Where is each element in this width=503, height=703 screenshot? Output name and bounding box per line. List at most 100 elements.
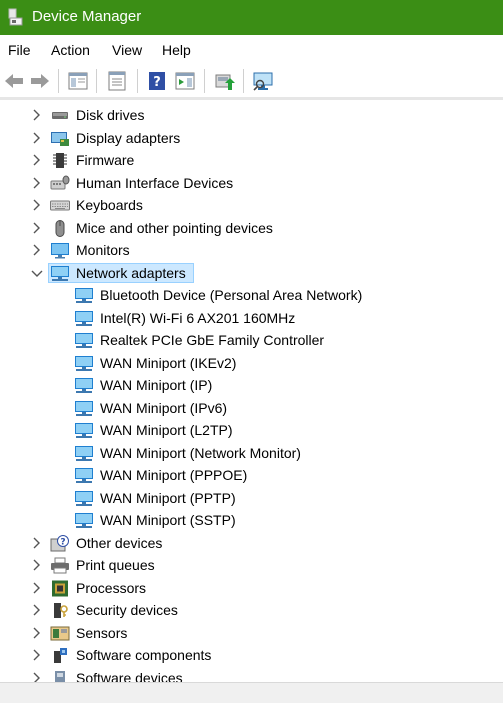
tree-item-print-queues[interactable]: Print queues bbox=[0, 554, 503, 577]
chevron-right-icon[interactable] bbox=[30, 580, 44, 596]
chevron-right-icon[interactable] bbox=[30, 107, 44, 123]
toolbar-separator bbox=[96, 69, 97, 93]
tree-item-device[interactable]: Bluetooth Device (Personal Area Network) bbox=[0, 284, 503, 307]
svg-text:?: ? bbox=[153, 75, 161, 90]
tree-item-display-adapters[interactable]: Display adapters bbox=[0, 127, 503, 150]
menu-help[interactable]: Help bbox=[162, 42, 191, 58]
show-hide-console-tree-icon[interactable] bbox=[67, 70, 89, 92]
action-pane-icon[interactable] bbox=[174, 70, 196, 92]
chevron-right-icon[interactable] bbox=[30, 535, 44, 551]
tree-item-monitors[interactable]: Monitors bbox=[0, 239, 503, 262]
tree-item-label: Disk drives bbox=[76, 107, 145, 123]
chevron-right-icon[interactable] bbox=[30, 625, 44, 641]
firmware-icon bbox=[53, 153, 67, 168]
svg-text:?: ? bbox=[60, 537, 65, 547]
tree-item-label: WAN Miniport (Network Monitor) bbox=[100, 444, 301, 461]
properties-icon[interactable] bbox=[106, 70, 128, 92]
tree-item-device[interactable]: WAN Miniport (Network Monitor) bbox=[0, 442, 503, 465]
chevron-right-icon[interactable] bbox=[30, 557, 44, 573]
menu-file[interactable]: File bbox=[8, 42, 31, 58]
chevron-down-icon[interactable] bbox=[30, 265, 44, 281]
tree-item-label: Network adapters bbox=[76, 264, 186, 281]
chevron-right-icon[interactable] bbox=[30, 130, 44, 146]
network-adapter-icon bbox=[75, 333, 93, 348]
unknown-device-icon: ? bbox=[50, 534, 69, 551]
toolbar-separator bbox=[204, 69, 205, 93]
network-adapter-icon bbox=[75, 468, 93, 483]
chevron-right-icon[interactable] bbox=[30, 670, 44, 683]
network-adapter-icon bbox=[51, 265, 69, 281]
menu-bar: File Action View Help bbox=[0, 35, 503, 65]
software-device-icon bbox=[55, 670, 65, 682]
window-title: Device Manager bbox=[32, 8, 142, 25]
tree-item-label: WAN Miniport (SSTP) bbox=[100, 512, 236, 528]
tree-item-device[interactable]: Intel(R) Wi-Fi 6 AX201 160MHz bbox=[0, 307, 503, 330]
device-tree[interactable]: Disk drives Display adapters Firmware Hu… bbox=[0, 100, 503, 682]
tree-item-processors[interactable]: Processors bbox=[0, 577, 503, 600]
tree-item-security-devices[interactable]: Security devices bbox=[0, 599, 503, 622]
device-manager-icon bbox=[8, 8, 23, 26]
tree-item-mice[interactable]: Mice and other pointing devices bbox=[0, 217, 503, 240]
tree-item-device[interactable]: WAN Miniport (IP) bbox=[0, 374, 503, 397]
keyboard-icon bbox=[50, 200, 70, 211]
toolbar: ? bbox=[0, 64, 503, 100]
chevron-right-icon[interactable] bbox=[30, 602, 44, 618]
tree-item-device[interactable]: WAN Miniport (L2TP) bbox=[0, 419, 503, 442]
tree-item-label: WAN Miniport (PPPOE) bbox=[100, 467, 248, 483]
chevron-right-icon[interactable] bbox=[30, 152, 44, 168]
toolbar-separator bbox=[58, 69, 59, 93]
printer-icon bbox=[51, 557, 69, 574]
tree-item-label: WAN Miniport (L2TP) bbox=[100, 422, 233, 438]
tree-item-label: Intel(R) Wi-Fi 6 AX201 160MHz bbox=[100, 309, 296, 326]
tree-item-label: Software devices bbox=[76, 669, 183, 683]
tree-item-label: Keyboards bbox=[76, 197, 143, 213]
tree-item-network-adapters[interactable]: Network adapters bbox=[0, 262, 503, 285]
tree-item-label: WAN Miniport (IKEv2) bbox=[100, 354, 237, 371]
tree-item-software-devices[interactable]: Software devices bbox=[0, 667, 503, 683]
tree-item-label: Sensors bbox=[76, 624, 128, 641]
network-adapter-icon bbox=[75, 310, 93, 326]
disk-drive-icon bbox=[52, 112, 68, 119]
tree-item-label: Other devices bbox=[76, 534, 163, 551]
monitor-icon bbox=[51, 243, 69, 259]
network-adapter-icon bbox=[75, 400, 93, 416]
tree-item-sensors[interactable]: Sensors bbox=[0, 622, 503, 645]
tree-item-disk-drives[interactable]: Disk drives bbox=[0, 104, 503, 127]
status-bar bbox=[0, 682, 503, 703]
tree-item-software-components[interactable]: Software components bbox=[0, 644, 503, 667]
chevron-right-icon[interactable] bbox=[30, 175, 44, 191]
network-adapter-icon bbox=[75, 490, 93, 506]
tree-item-device[interactable]: WAN Miniport (IKEv2) bbox=[0, 352, 503, 375]
forward-icon[interactable] bbox=[29, 70, 51, 92]
tree-item-label: Bluetooth Device (Personal Area Network) bbox=[100, 287, 363, 303]
scan-hardware-changes-icon[interactable] bbox=[252, 70, 274, 92]
tree-item-label: Monitors bbox=[76, 242, 130, 258]
update-driver-icon[interactable] bbox=[213, 70, 235, 92]
network-adapter-icon bbox=[75, 423, 93, 438]
processor-icon bbox=[52, 580, 68, 596]
chevron-right-icon[interactable] bbox=[30, 242, 44, 258]
tree-item-device[interactable]: WAN Miniport (PPPOE) bbox=[0, 464, 503, 487]
hid-icon bbox=[50, 175, 70, 189]
tree-item-keyboards[interactable]: Keyboards bbox=[0, 194, 503, 217]
tree-item-label: WAN Miniport (PPTP) bbox=[100, 489, 236, 506]
tree-item-device[interactable]: WAN Miniport (PPTP) bbox=[0, 487, 503, 510]
tree-item-device[interactable]: WAN Miniport (SSTP) bbox=[0, 509, 503, 532]
display-adapter-icon bbox=[51, 131, 69, 146]
menu-view[interactable]: View bbox=[112, 42, 142, 58]
tree-item-other-devices[interactable]: ? Other devices bbox=[0, 532, 503, 555]
tree-item-device[interactable]: WAN Miniport (IPv6) bbox=[0, 397, 503, 420]
tree-item-human-interface-devices[interactable]: Human Interface Devices bbox=[0, 172, 503, 195]
chevron-right-icon[interactable] bbox=[30, 647, 44, 663]
tree-item-label: Print queues bbox=[76, 557, 155, 573]
chevron-right-icon[interactable] bbox=[30, 220, 44, 236]
tree-item-label: Processors bbox=[76, 579, 147, 596]
tree-item-label: Human Interface Devices bbox=[76, 174, 234, 191]
tree-item-device[interactable]: Realtek PCIe GbE Family Controller bbox=[0, 329, 503, 352]
network-adapter-icon bbox=[75, 445, 93, 461]
help-icon[interactable]: ? bbox=[146, 70, 168, 92]
tree-item-firmware[interactable]: Firmware bbox=[0, 149, 503, 172]
back-icon[interactable] bbox=[3, 70, 25, 92]
chevron-right-icon[interactable] bbox=[30, 197, 44, 213]
menu-action[interactable]: Action bbox=[51, 42, 90, 58]
